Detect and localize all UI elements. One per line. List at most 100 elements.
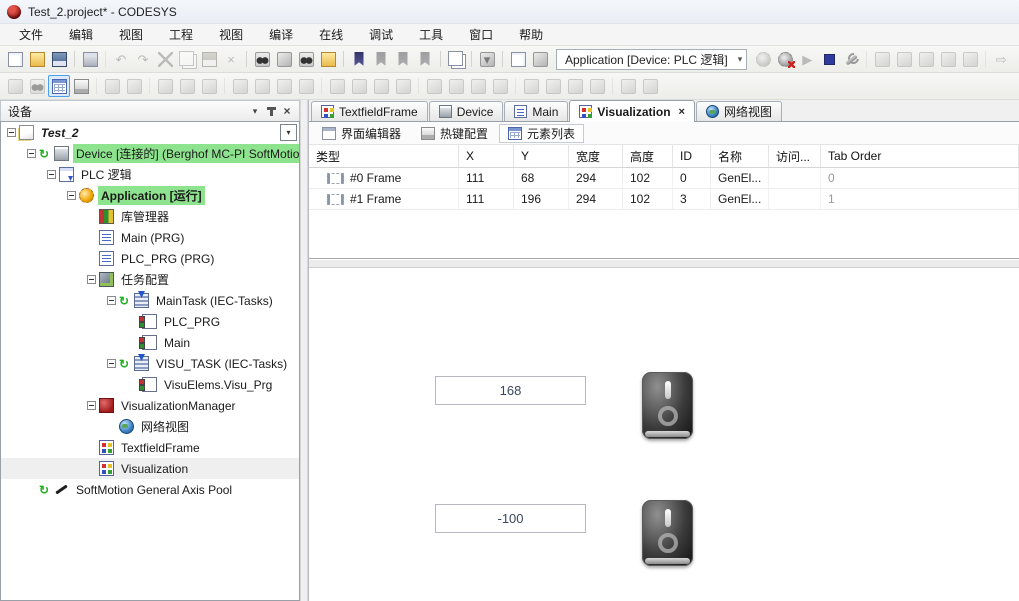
tree-item[interactable]: PLC 逻辑 (1, 164, 299, 185)
expand-collapse-icon[interactable] (67, 191, 76, 200)
tree-item[interactable]: Visualization (1, 458, 299, 479)
monitoring-button[interactable] (529, 48, 551, 70)
expand-collapse-icon[interactable] (107, 296, 116, 305)
previous-bookmark-button[interactable] (370, 48, 392, 70)
align-center-button[interactable] (176, 75, 198, 97)
expand-collapse-icon[interactable] (27, 149, 36, 158)
delete-button[interactable]: × (220, 48, 242, 70)
tree-item[interactable]: 库管理器 (1, 206, 299, 227)
send-backward-button[interactable] (564, 75, 586, 97)
tree-item[interactable]: Main (PRG) (1, 227, 299, 248)
tree-item[interactable]: SoftMotion General Axis Pool (1, 479, 299, 500)
menu-item[interactable]: 工具 (406, 24, 456, 45)
column-header[interactable]: 类型 (309, 145, 459, 167)
tree-item[interactable]: Device [连接的] (Berghof MC-PI SoftMotion C (1, 143, 299, 164)
keyboard-usage-button[interactable] (70, 75, 92, 97)
menu-item[interactable]: 视图 (206, 24, 256, 45)
panel-close-button[interactable]: × (279, 104, 295, 119)
menu-item[interactable]: 编辑 (56, 24, 106, 45)
column-header[interactable]: 名称 (711, 145, 769, 167)
panel-splitter[interactable] (300, 100, 308, 601)
rocker-switch-2[interactable] (642, 500, 693, 566)
properties-button[interactable] (445, 48, 467, 70)
align-right-button[interactable] (198, 75, 220, 97)
menu-item[interactable]: 编译 (256, 24, 306, 45)
zoom-mode-button[interactable] (26, 75, 48, 97)
expand-collapse-icon[interactable] (7, 128, 16, 137)
ungroup-button[interactable] (639, 75, 661, 97)
visu-textfield-1[interactable]: 168 (435, 376, 586, 405)
select-mode-button[interactable] (4, 75, 26, 97)
step-over-button[interactable] (871, 48, 893, 70)
menu-item[interactable]: 在线 (306, 24, 356, 45)
distribute-vertically-button[interactable] (445, 75, 467, 97)
column-header[interactable]: Y (514, 145, 569, 167)
element-list-button[interactable] (48, 75, 70, 97)
column-header[interactable]: Tab Order (821, 145, 1019, 167)
reset-button[interactable] (959, 48, 981, 70)
grid-options-button[interactable]: ▾ (476, 48, 498, 70)
expand-collapse-icon[interactable] (87, 275, 96, 284)
visualization-frame-button[interactable] (123, 75, 145, 97)
panel-dropdown-button[interactable]: ▾ (247, 104, 263, 119)
expand-collapse-icon[interactable] (47, 170, 56, 179)
tree-item[interactable]: Application [运行] (1, 185, 299, 206)
visualization-dialog-button[interactable] (101, 75, 123, 97)
replace-button[interactable] (273, 48, 295, 70)
save-project-button[interactable] (48, 48, 70, 70)
visu-textfield-2[interactable]: -100 (435, 504, 586, 533)
clear-bookmarks-button[interactable] (414, 48, 436, 70)
visualization-mode-tab[interactable]: 元素列表 (499, 124, 584, 143)
bring-forward-button[interactable] (542, 75, 564, 97)
document-tab[interactable]: Visualization × (569, 100, 695, 122)
tree-item[interactable]: 任务配置 (1, 269, 299, 290)
same-size-button[interactable] (370, 75, 392, 97)
tree-item[interactable]: VisuElems.Visu_Prg (1, 374, 299, 395)
document-tab[interactable]: TextfieldFrame (311, 101, 428, 121)
tree-item[interactable]: Main (1, 332, 299, 353)
align-middle-button[interactable] (251, 75, 273, 97)
document-tab[interactable]: Main (504, 101, 568, 121)
background-image-button[interactable] (295, 75, 317, 97)
tree-item[interactable]: MainTask (IEC-Tasks) (1, 290, 299, 311)
cut-button[interactable] (154, 48, 176, 70)
logout-button[interactable] (774, 48, 796, 70)
flow-control-button[interactable]: ⇨ (990, 48, 1012, 70)
same-width-button[interactable] (326, 75, 348, 97)
visualization-mode-tab[interactable]: 热键配置 (412, 124, 497, 143)
login-button[interactable] (752, 48, 774, 70)
group-button[interactable] (617, 75, 639, 97)
tree-item[interactable]: PLC_PRG (PRG) (1, 248, 299, 269)
table-row[interactable]: #0 Frame 111 68 294 102 0 GenEl... 0 (309, 168, 1019, 189)
find-objects-button[interactable] (295, 48, 317, 70)
center-horizontally-button[interactable] (467, 75, 489, 97)
online-config-button[interactable] (840, 48, 862, 70)
menu-item[interactable]: 文件 (6, 24, 56, 45)
menu-item[interactable]: 工程 (156, 24, 206, 45)
tree-item[interactable]: TextfieldFrame (1, 437, 299, 458)
print-button[interactable] (79, 48, 101, 70)
bring-to-front-button[interactable] (520, 75, 542, 97)
distribute-horizontally-button[interactable] (423, 75, 445, 97)
replace-objects-button[interactable] (317, 48, 339, 70)
tab-close-icon[interactable]: × (679, 106, 685, 118)
open-project-button[interactable] (26, 48, 48, 70)
new-project-button[interactable] (4, 48, 26, 70)
column-header[interactable]: ID (673, 145, 711, 167)
new-window-button[interactable] (507, 48, 529, 70)
document-tab[interactable]: 网络视图 (696, 101, 782, 121)
copy-button[interactable] (176, 48, 198, 70)
table-row[interactable]: #1 Frame 111 196 294 102 3 GenEl... 1 (309, 189, 1019, 210)
align-left-button[interactable] (154, 75, 176, 97)
paste-button[interactable] (198, 48, 220, 70)
column-header[interactable]: 高度 (623, 145, 673, 167)
tree-item[interactable]: PLC_PRG (1, 311, 299, 332)
align-bottom-button[interactable] (273, 75, 295, 97)
panel-pin-button[interactable] (263, 104, 279, 119)
find-button[interactable] (251, 48, 273, 70)
column-header[interactable]: X (459, 145, 514, 167)
tree-item[interactable]: 网络视图 (1, 416, 299, 437)
step-into-button[interactable] (893, 48, 915, 70)
table-canvas-splitter[interactable] (309, 259, 1019, 268)
next-bookmark-button[interactable] (392, 48, 414, 70)
